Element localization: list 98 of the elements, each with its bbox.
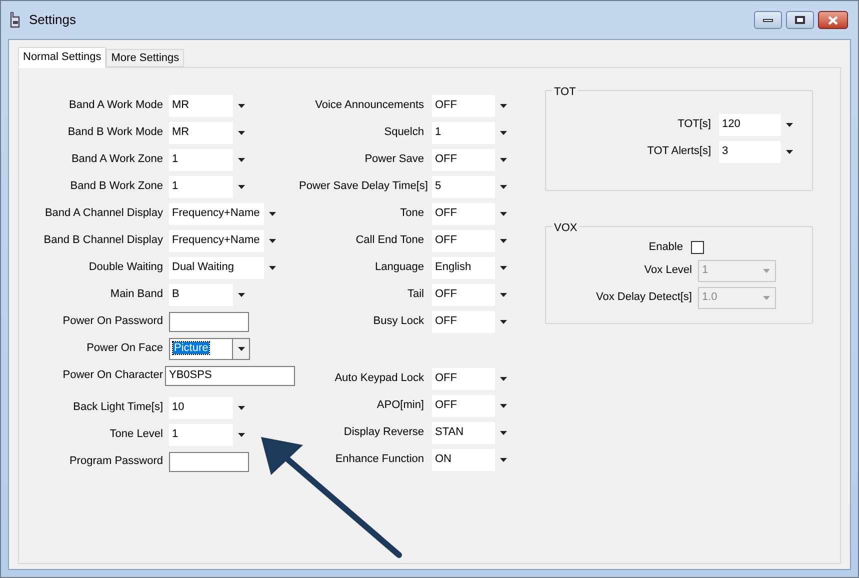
input-field[interactable] [169,452,249,472]
caret-icon [500,458,507,462]
minimize-button[interactable] [754,11,782,29]
field-label: Back Light Time[s] [72,400,164,416]
dropdown[interactable]: Picture [169,338,250,360]
field-label: Power On Character [62,368,164,384]
checkbox[interactable] [691,240,704,254]
caret-icon [269,212,276,216]
field-label: Band A Channel Display [44,206,164,222]
field-label: Tone [399,206,425,222]
dropdown[interactable]: Frequency+Name [169,230,281,252]
close-icon [828,16,838,24]
caret-icon [500,130,507,134]
field-label: Voice Announcements [314,98,425,114]
tab[interactable]: More Settings [106,49,184,67]
dropdown[interactable]: ON [432,448,512,470]
input-field[interactable]: YB0SPS [165,366,295,386]
field-label: Call End Tone [354,233,425,248]
field-label: Band B Work Zone [69,179,164,194]
caret-icon [500,238,507,242]
caret-icon [500,158,507,162]
dropdown[interactable]: English [432,256,512,278]
dropdown[interactable]: OFF [432,394,512,416]
caret-icon [500,266,507,270]
dropdown[interactable]: OFF [432,202,512,224]
caret-icon [238,346,244,350]
field-label: Band B Channel Display [42,233,164,248]
caret-icon [500,430,507,434]
field-label: Tail [406,287,425,302]
dropdown[interactable]: 5 [432,176,512,198]
field-label: Vox Level [643,263,693,278]
window-title: Settings [29,11,77,30]
field-label: APO[min] [376,398,425,414]
dropdown[interactable]: OFF [432,148,512,170]
field-label: Vox Delay Detect[s] [595,290,693,306]
caret-icon [786,122,793,126]
caret-icon [238,130,245,134]
checkbox-label: Enable [648,240,684,255]
radio-icon [9,12,21,28]
caret-icon [786,150,793,154]
field-label: Tone Level [108,427,164,442]
field-label: Enhance Function [334,452,425,468]
caret-icon [500,212,507,216]
caret-icon [269,238,276,242]
dropdown[interactable]: OFF [432,94,512,116]
dropdown[interactable]: OFF [432,310,512,332]
caret-icon [238,292,245,296]
field-label: TOT Alerts[s] [646,144,712,160]
field-label: Program Password [68,454,164,470]
tab[interactable]: Normal Settings [18,47,106,68]
dropdown[interactable]: 1 [169,424,250,446]
caret-icon [763,296,770,300]
dropdown[interactable]: STAN [432,422,512,444]
dropdown[interactable]: 1 [169,176,250,198]
caret-icon [269,266,276,270]
dropdown[interactable]: OFF [432,284,512,306]
caret-icon [500,104,507,108]
field-label: TOT[s] [676,117,712,132]
field-label: Auto Keypad Lock [334,371,425,386]
caret-icon [500,376,507,380]
field-label: Band A Work Zone [70,152,164,168]
field-label: Busy Lock [372,314,425,330]
dropdown[interactable]: OFF [432,368,512,390]
dropdown[interactable]: 1 [169,148,250,170]
field-label: Display Reverse [342,425,425,440]
caret-icon [238,184,245,188]
close-button[interactable] [818,11,848,29]
dropdown[interactable]: MR [169,122,250,144]
field-label: Band A Work Mode [68,98,164,114]
caret-icon [238,406,245,410]
dropdown[interactable]: Frequency+Name [169,202,281,224]
caret-icon [238,432,245,436]
caret-icon [238,104,245,108]
maximize-button[interactable] [786,11,814,29]
field-label: Power On Password [62,314,164,330]
field-label: Power Save Delay Time[s] [299,179,429,194]
dropdown[interactable]: 10 [169,396,250,418]
field-label: Band B Work Mode [66,125,164,140]
field-label: Squelch [383,125,425,140]
dropdown[interactable]: 1 [432,122,512,144]
caret-icon [238,158,245,162]
field-label: Power On Face [86,341,164,356]
caret-icon [500,404,507,408]
caret-icon [500,292,507,296]
dropdown[interactable]: 120 [719,114,798,136]
caret-icon [500,184,507,188]
caret-icon [500,320,507,324]
dropdown[interactable]: 3 [719,140,798,162]
field-label: Main Band [109,287,164,302]
input-field[interactable] [169,312,249,332]
dropdown[interactable]: MR [169,94,250,116]
dropdown[interactable]: B [169,284,250,306]
dropdown[interactable]: Dual Waiting [169,256,281,278]
field-label: Power Save [364,152,425,168]
field-label: Double Waiting [88,260,164,276]
caret-icon [763,268,770,272]
dropdown[interactable]: OFF [432,230,512,252]
field-label: Language [374,260,425,276]
